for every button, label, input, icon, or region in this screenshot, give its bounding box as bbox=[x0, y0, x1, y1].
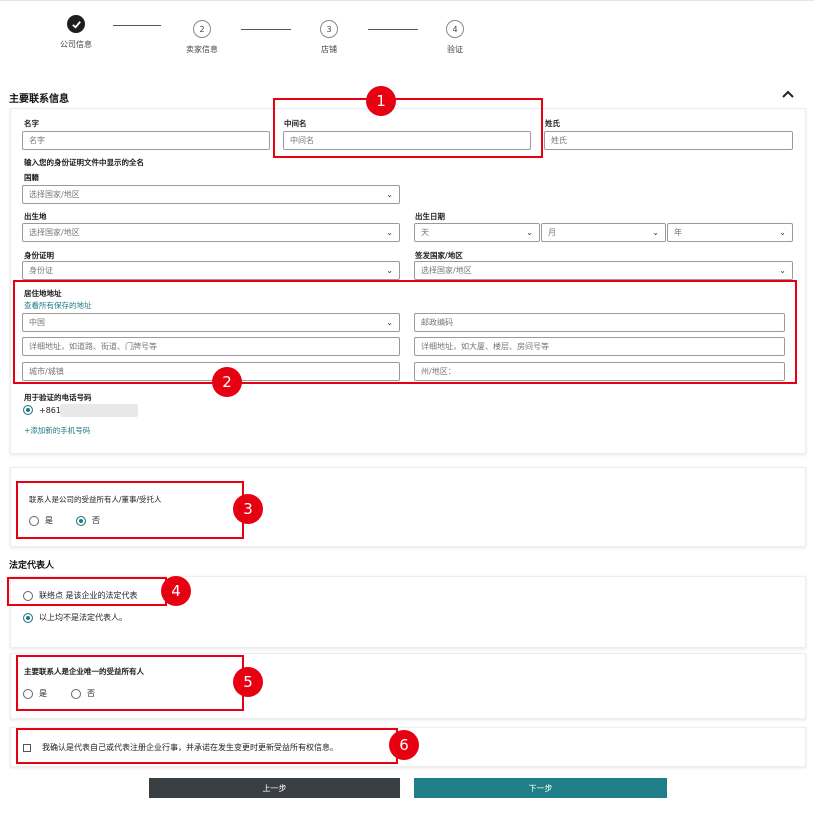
birthplace-label: 出生地 bbox=[24, 212, 47, 221]
step-4-circle[interactable]: 4 bbox=[446, 20, 464, 38]
id-proof-label: 身份证明 bbox=[24, 251, 54, 260]
birth-month-value: 月 bbox=[548, 228, 556, 237]
last-name-label: 姓氏 bbox=[545, 119, 560, 128]
highlight-box-1 bbox=[273, 98, 543, 158]
chevron-down-icon: ⌄ bbox=[779, 266, 786, 275]
last-name-input[interactable]: 姓氏 bbox=[544, 131, 793, 150]
birth-month-select[interactable]: 月 ⌄ bbox=[541, 223, 666, 242]
step-4-label: 验证 bbox=[447, 45, 463, 54]
legal-rep-option-2-label: 以上均不是法定代表人。 bbox=[39, 613, 127, 622]
chevron-down-icon: ⌄ bbox=[386, 228, 393, 237]
annotation-badge-6: 6 bbox=[389, 730, 419, 760]
first-name-label: 名字 bbox=[24, 119, 39, 128]
highlight-box-5 bbox=[16, 655, 244, 711]
birthplace-select[interactable]: 选择国家/地区 ⌄ bbox=[22, 223, 400, 242]
birth-year-select[interactable]: 年 ⌄ bbox=[667, 223, 793, 242]
annotation-badge-4: 4 bbox=[161, 576, 191, 606]
radio-selected-icon[interactable] bbox=[23, 405, 33, 415]
issuing-country-label: 签发国家/地区 bbox=[415, 251, 463, 260]
add-phone-link[interactable]: +添加新的手机号码 bbox=[24, 425, 90, 436]
annotation-badge-1: 1 bbox=[366, 86, 396, 116]
legal-rep-option-2[interactable]: 以上均不是法定代表人。 bbox=[23, 612, 127, 623]
prev-button[interactable]: 上一步 bbox=[149, 778, 400, 798]
step-connector bbox=[368, 29, 418, 30]
birthdate-label: 出生日期 bbox=[415, 212, 445, 221]
highlight-box-6 bbox=[16, 728, 398, 764]
annotation-badge-5: 5 bbox=[233, 667, 263, 697]
birthplace-value: 选择国家/地区 bbox=[29, 228, 80, 237]
step-3-label: 店铺 bbox=[321, 45, 337, 54]
step-1-label: 公司信息 bbox=[60, 40, 92, 49]
first-name-input[interactable]: 名字 bbox=[22, 131, 270, 150]
step-connector bbox=[113, 25, 161, 26]
highlight-box-2 bbox=[13, 280, 797, 384]
phone-label: 用于验证的电话号码 bbox=[24, 393, 92, 402]
top-divider bbox=[0, 0, 814, 1]
id-proof-value: 身份证 bbox=[29, 266, 53, 275]
nationality-label: 国籍 bbox=[24, 173, 39, 182]
section-title-primary-contact: 主要联系信息 bbox=[9, 94, 69, 105]
birth-year-value: 年 bbox=[674, 228, 682, 237]
next-button[interactable]: 下一步 bbox=[414, 778, 667, 798]
annotation-badge-2: 2 bbox=[212, 367, 242, 397]
chevron-down-icon: ⌄ bbox=[386, 266, 393, 275]
chevron-down-icon: ⌄ bbox=[779, 228, 786, 237]
fullname-hint: 输入您的身份证明文件中显示的全名 bbox=[24, 158, 144, 167]
chevron-up-icon[interactable] bbox=[782, 88, 794, 102]
step-3-circle[interactable]: 3 bbox=[320, 20, 338, 38]
step-1-check-icon[interactable] bbox=[67, 15, 85, 33]
phone-option[interactable]: +861 bbox=[23, 405, 61, 415]
issuing-country-value: 选择国家/地区 bbox=[421, 266, 472, 275]
step-2-label: 卖家信息 bbox=[186, 45, 218, 54]
birth-day-select[interactable]: 天 ⌄ bbox=[414, 223, 540, 242]
nationality-select[interactable]: 选择国家/地区 ⌄ bbox=[22, 185, 400, 204]
highlight-box-3 bbox=[16, 481, 244, 539]
step-connector bbox=[241, 29, 291, 30]
phone-number: +861 bbox=[39, 405, 61, 415]
chevron-down-icon: ⌄ bbox=[526, 228, 533, 237]
radio-selected-icon[interactable] bbox=[23, 612, 33, 623]
section-title-legal-rep: 法定代表人 bbox=[9, 561, 55, 571]
step-2-circle[interactable]: 2 bbox=[193, 20, 211, 38]
issuing-country-select[interactable]: 选择国家/地区 ⌄ bbox=[414, 261, 793, 280]
chevron-down-icon: ⌄ bbox=[386, 190, 393, 199]
birth-day-value: 天 bbox=[421, 228, 429, 237]
annotation-badge-3: 3 bbox=[233, 494, 263, 524]
masked-phone-digits bbox=[60, 404, 138, 417]
id-proof-select[interactable]: 身份证 ⌄ bbox=[22, 261, 400, 280]
highlight-box-4 bbox=[7, 577, 167, 606]
nationality-value: 选择国家/地区 bbox=[29, 190, 80, 199]
chevron-down-icon: ⌄ bbox=[652, 228, 659, 237]
